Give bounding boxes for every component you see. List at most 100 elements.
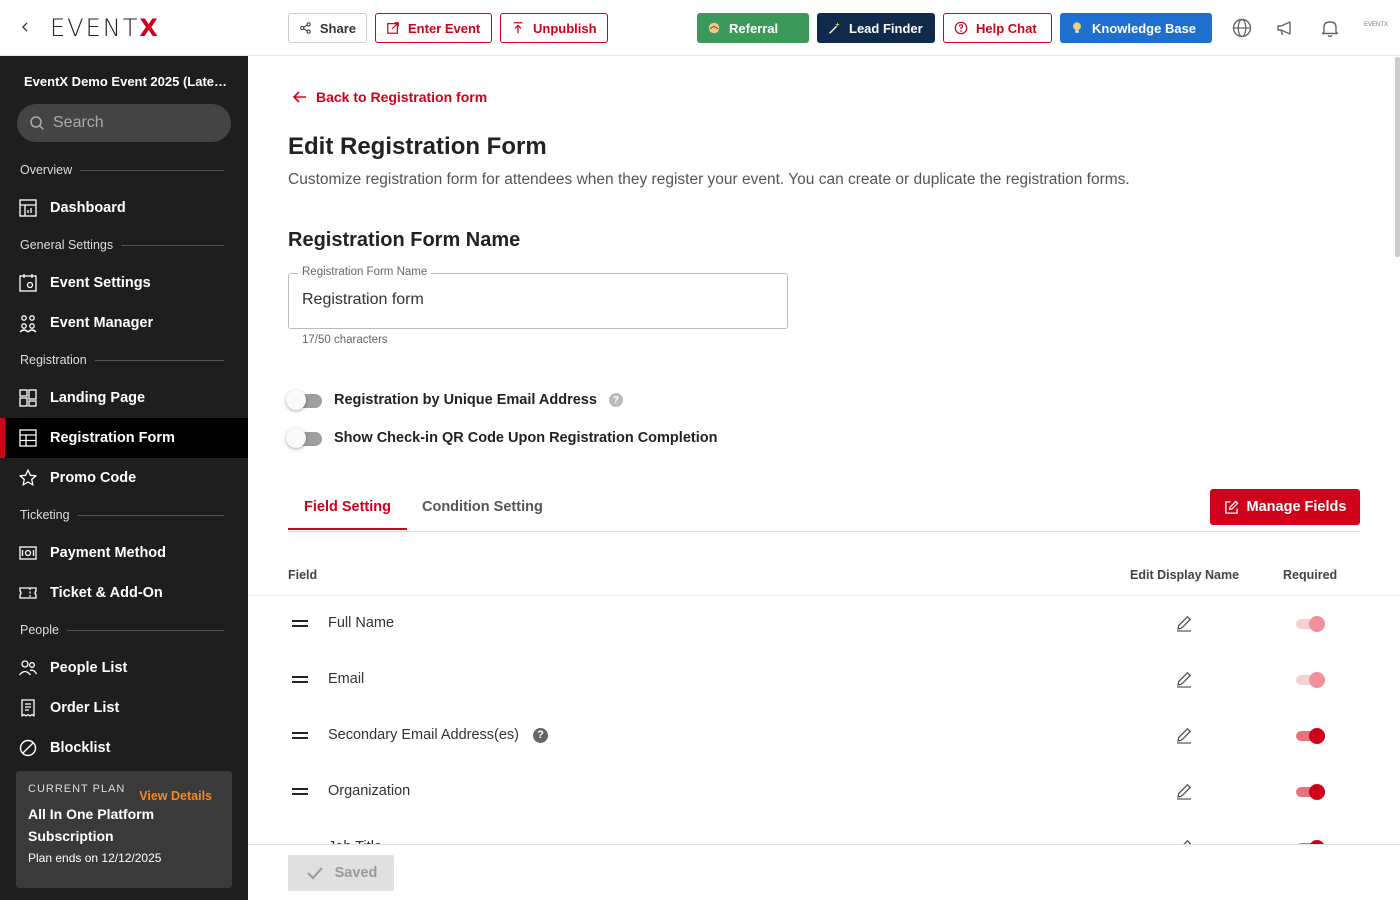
bell-icon[interactable] <box>1319 17 1341 39</box>
enter-event-button[interactable]: Enter Event <box>375 13 492 43</box>
lead-finder-button[interactable]: Lead Finder <box>817 13 935 43</box>
sidebar-item-promo-code[interactable]: Promo Code <box>0 458 248 498</box>
enter-event-label: Enter Event <box>408 21 480 36</box>
pencil-icon[interactable] <box>1174 781 1194 801</box>
saved-label: Saved <box>335 865 378 881</box>
required-toggle[interactable] <box>1296 783 1326 801</box>
help-icon[interactable]: ? <box>609 393 623 407</box>
page-description: Customize registration form for attendee… <box>288 171 1130 189</box>
sidebar-item-event-settings[interactable]: Event Settings <box>0 263 248 303</box>
unique-email-toggle-row: Registration by Unique Email Address ? <box>286 392 623 408</box>
app-logo[interactable]: EVENTX <box>50 14 160 42</box>
check-icon <box>305 863 325 883</box>
page-scrollbar[interactable] <box>1395 57 1400 257</box>
sidebar-item-dashboard[interactable]: Dashboard <box>0 188 248 228</box>
section-general-settings: General Settings <box>20 238 224 252</box>
column-header-required: Required <box>1283 568 1337 582</box>
sidebar-item-event-manager[interactable]: Event Manager <box>0 303 248 343</box>
payment-icon <box>18 543 38 563</box>
event-name[interactable]: EventX Demo Event 2025 (Latest) <box>24 74 229 89</box>
field-name: Email <box>328 671 364 687</box>
sidebar-item-label: Landing Page <box>50 390 145 406</box>
form-name-legend: Registration Form Name <box>298 266 431 278</box>
current-plan-card: CURRENT PLAN View Details All In One Pla… <box>16 771 232 888</box>
required-toggle[interactable] <box>1296 615 1326 633</box>
column-header-field: Field <box>288 568 317 582</box>
column-header-edit-display-name: Edit Display Name <box>1130 568 1239 582</box>
arrow-left-icon <box>292 89 308 105</box>
section-label: Registration <box>20 353 87 367</box>
field-name-text: Organization <box>328 783 410 799</box>
sidebar-item-label: Order List <box>50 700 119 716</box>
tab-condition-setting[interactable]: Condition Setting <box>422 499 543 529</box>
saved-button[interactable]: Saved <box>288 855 394 891</box>
tab-field-setting[interactable]: Field Setting <box>288 499 407 530</box>
manage-fields-button[interactable]: Manage Fields <box>1210 489 1360 525</box>
event-settings-icon <box>18 273 38 293</box>
required-toggle[interactable] <box>1296 727 1326 745</box>
external-link-icon <box>386 21 400 35</box>
qr-code-toggle[interactable] <box>286 430 322 446</box>
section-people: People <box>20 623 224 637</box>
globe-icon[interactable] <box>1231 17 1253 39</box>
receipt-icon <box>18 698 38 718</box>
pencil-icon[interactable] <box>1174 725 1194 745</box>
share-button[interactable]: Share <box>288 13 367 43</box>
search-input[interactable]: Search <box>17 104 231 142</box>
field-name: Organization <box>328 783 410 799</box>
pencil-icon[interactable] <box>1174 613 1194 633</box>
toggle-label: Registration by Unique Email Address <box>334 392 597 408</box>
sidebar-item-payment-method[interactable]: Payment Method <box>0 533 248 573</box>
section-label: General Settings <box>20 238 113 252</box>
knowledge-base-button[interactable]: Knowledge Base <box>1060 13 1212 43</box>
drag-handle-icon[interactable] <box>292 732 308 740</box>
help-chat-button[interactable]: Help Chat <box>943 13 1052 43</box>
share-icon <box>299 21 312 35</box>
required-toggle[interactable] <box>1296 671 1326 689</box>
field-name: Secondary Email Address(es)? <box>328 727 548 743</box>
sidebar-item-people-list[interactable]: People List <box>0 648 248 688</box>
section-label: People <box>20 623 59 637</box>
sidebar-item-registration-form[interactable]: Registration Form <box>0 418 248 458</box>
sidebar-item-ticket-add-on[interactable]: Ticket & Add-On <box>0 573 248 613</box>
megaphone-icon[interactable] <box>1275 17 1297 39</box>
help-icon[interactable]: ? <box>533 728 548 743</box>
top-bar: EVENTX Share Enter Event Unpublish Refer… <box>0 0 1400 56</box>
sidebar-item-blocklist[interactable]: Blocklist <box>0 728 248 768</box>
toggle-label: Show Check-in QR Code Upon Registration … <box>334 430 717 446</box>
back-link-label: Back to Registration form <box>316 89 487 105</box>
form-name-value[interactable]: Registration form <box>302 291 424 309</box>
sidebar-item-label: Blocklist <box>50 740 110 756</box>
plan-end-date: Plan ends on 12/12/2025 <box>28 851 220 865</box>
pencil-icon[interactable] <box>1174 669 1194 689</box>
unpublish-label: Unpublish <box>533 21 597 36</box>
field-name-text: Email <box>328 671 364 687</box>
table-row: Organization <box>248 764 1400 820</box>
logo-text: EVENT <box>50 14 139 42</box>
section-registration: Registration <box>20 353 224 367</box>
upload-icon <box>511 21 525 35</box>
avatar[interactable]: EVENTX <box>1364 22 1388 28</box>
back-to-registration-link[interactable]: Back to Registration form <box>292 89 487 105</box>
drag-handle-icon[interactable] <box>292 788 308 796</box>
field-name: Full Name <box>328 615 394 631</box>
collapse-chevron-icon[interactable] <box>18 18 36 38</box>
sidebar-item-label: Ticket & Add-On <box>50 585 163 601</box>
sidebar-item-landing-page[interactable]: Landing Page <box>0 378 248 418</box>
lightbulb-icon <box>1070 21 1084 35</box>
drag-handle-icon[interactable] <box>292 676 308 684</box>
sidebar-item-label: Promo Code <box>50 470 136 486</box>
view-details-link[interactable]: View Details <box>139 789 212 803</box>
unpublish-button[interactable]: Unpublish <box>500 13 608 43</box>
qr-code-toggle-row: Show Check-in QR Code Upon Registration … <box>286 430 717 446</box>
plan-name: All In One Platform Subscription <box>28 803 220 847</box>
character-count: 17/50 characters <box>302 334 388 346</box>
field-name-text: Full Name <box>328 615 394 631</box>
main-content: Back to Registration form Edit Registrat… <box>248 57 1400 900</box>
unique-email-toggle[interactable] <box>286 392 322 408</box>
drag-handle-icon[interactable] <box>292 620 308 628</box>
form-name-section-title: Registration Form Name <box>288 229 520 252</box>
sidebar-item-order-list[interactable]: Order List <box>0 688 248 728</box>
sidebar-item-label: Event Manager <box>50 315 153 331</box>
referral-button[interactable]: Referral <box>697 13 809 43</box>
